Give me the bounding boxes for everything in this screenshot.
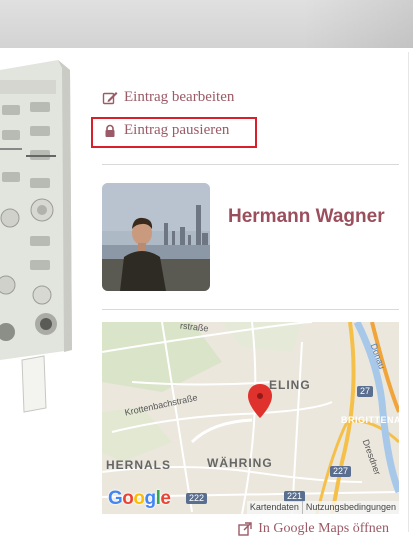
edit-entry-label: Eintrag bearbeiten [124,89,235,105]
open-google-maps-label: In Google Maps öffnen [258,521,389,536]
top-banner [0,0,413,48]
map-label: WÄHRING [207,456,273,470]
external-link-icon [238,522,252,536]
column-border [408,52,409,532]
map-label: HERNALS [106,458,172,472]
open-google-maps-link[interactable]: In Google Maps öffnen [238,521,389,537]
edit-icon [102,90,118,106]
pause-entry-link[interactable]: Eintrag pausieren [102,122,229,139]
avatar [102,183,210,291]
road-shield: 222 [186,493,208,504]
edit-entry-link[interactable]: Eintrag bearbeiten [102,89,234,106]
banner-shade [303,0,413,48]
map-label: ELING [269,378,311,392]
map[interactable]: rstraße ELING Krottenbachstraße BRIGITTE… [102,322,399,514]
map-attribution: Kartendaten Nutzungsbedingungen [246,501,399,514]
divider [102,164,399,165]
pause-entry-label: Eintrag pausieren [124,122,230,138]
divider [102,309,399,310]
product-image [0,60,92,416]
map-label: BRIGITTENAU [341,415,399,425]
lock-icon [102,123,118,139]
google-logo: Google [108,488,171,509]
road-shield: 27 [357,386,374,397]
terms-link[interactable]: Nutzungsbedingungen [303,501,399,514]
owner-name[interactable]: Hermann Wagner [228,206,385,228]
map-data-link[interactable]: Kartendaten [247,501,302,514]
road-shield: 227 [330,466,352,477]
